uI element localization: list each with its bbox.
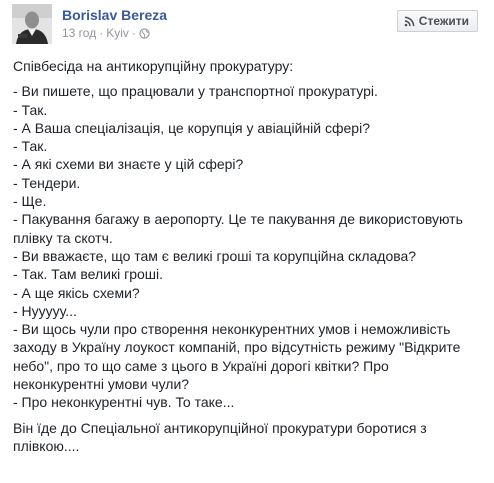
globe-icon[interactable] — [139, 27, 150, 39]
rss-icon — [404, 16, 415, 26]
post-line: - А Ваша спеціалізація, це корупція у ав… — [13, 119, 370, 136]
post-line: - Про неконкурентні чув. То таке... — [13, 394, 235, 411]
author-name[interactable]: Borislav Bereza — [62, 7, 167, 23]
post-line: - Нууууу... — [13, 302, 77, 319]
post-outro-line: Він їде до Спеціальної антикорупційної п… — [13, 419, 427, 436]
facebook-post: Borislav Bereza 13 год · Kyiv · Стежити … — [0, 0, 494, 483]
post-line: - Тендери. — [13, 174, 81, 191]
avatar[interactable] — [12, 4, 52, 44]
post-line: - Ще. — [13, 193, 47, 210]
post-line: - Так. Там великі гроші. — [13, 266, 164, 283]
post-time[interactable]: 13 год — [62, 26, 96, 40]
post-intro: Співбесіда на антикорупційну прокуратуру… — [13, 58, 294, 74]
post-outro-line: плівкою.... — [13, 437, 80, 454]
avatar-photo — [12, 4, 52, 44]
post-line: плівку та скотч. — [13, 229, 113, 246]
post-location[interactable]: Kyiv — [106, 26, 129, 40]
post-line: - Так. — [13, 101, 48, 118]
meta-separator: · — [99, 26, 104, 40]
post-line: - Ви вважаєте, що там є великі гроші та … — [13, 247, 417, 264]
post-line: - Ви пишете, що працювали у транспортної… — [13, 83, 378, 100]
post-line: неконкурентні умови чули? — [13, 376, 190, 393]
follow-label: Стежити — [418, 14, 469, 28]
post-meta: 13 год · Kyiv · — [62, 26, 150, 40]
post-line: - А ще якісь схеми? — [13, 284, 140, 301]
meta-separator-2: · — [131, 26, 136, 40]
post-line: - Ви щось чули про створення неконкурент… — [13, 321, 451, 338]
post-line: - Так. — [13, 138, 48, 155]
post-line: небо", про то що саме з цього в Україні … — [13, 357, 389, 374]
follow-button[interactable]: Стежити — [396, 10, 478, 32]
post-line: - А які схеми ви знаєте у цій сфері? — [13, 156, 244, 173]
post-line: заходу в Україну лоукост компаній, про в… — [13, 339, 461, 356]
post-line: - Пакування багажу в аеропорту. Це те па… — [13, 211, 463, 228]
post-body: Співбесіда на антикорупційну прокуратуру… — [13, 57, 483, 455]
post-header: Borislav Bereza 13 год · Kyiv · Стежити — [12, 4, 486, 46]
